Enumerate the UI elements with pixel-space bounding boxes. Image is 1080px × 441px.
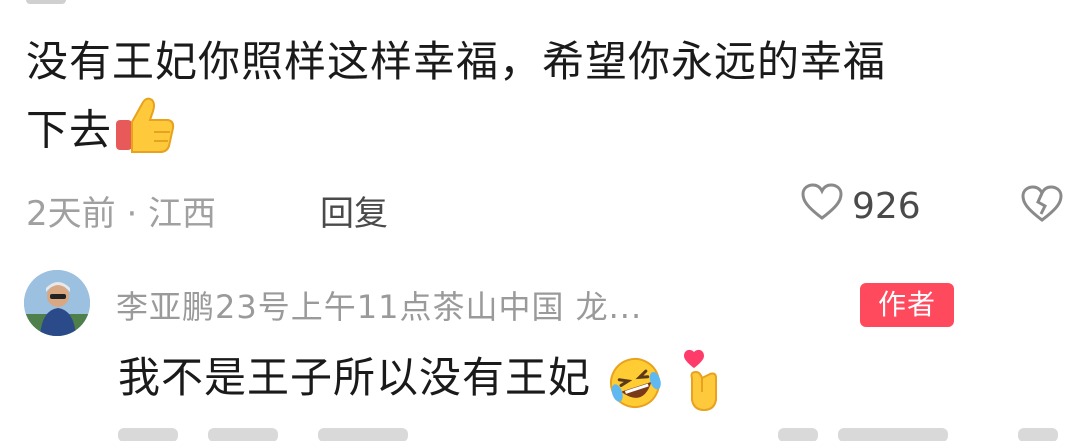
previous-line-cut <box>26 0 66 13</box>
comment-thread: 没有王妃你照样这样幸福，希望你永远的幸福 下去 2天前 · 江西 回复 926 <box>0 0 1080 441</box>
comment-time-location: 2天前 · 江西 <box>26 194 217 234</box>
thumbs-up-icon <box>112 94 178 172</box>
heart-icon <box>800 182 844 231</box>
reply-body: 我不是王子所以没有王妃 <box>118 346 726 414</box>
comment-line-2: 下去 <box>26 105 113 155</box>
comment-meta: 2天前 · 江西 回复 926 <box>26 180 1066 236</box>
like-count: 926 <box>852 186 921 227</box>
next-line-cut <box>118 428 1068 441</box>
broken-heart-icon[interactable] <box>1020 184 1064 233</box>
laughing-crying-face-icon <box>605 348 665 413</box>
comment-body: 没有王妃你照样这样幸福，希望你永远的幸福 下去 <box>26 30 1036 172</box>
like-button[interactable]: 926 <box>800 182 921 231</box>
avatar[interactable] <box>24 270 90 336</box>
finger-heart-icon <box>680 347 726 415</box>
reply-text: 我不是王子所以没有王妃 <box>118 353 592 402</box>
comment-line-1: 没有王妃你照样这样幸福，希望你永远的幸福 <box>26 37 887 86</box>
author-badge: 作者 <box>860 283 954 327</box>
reply-button[interactable]: 回复 <box>320 186 388 235</box>
reply-author-name[interactable]: 李亚鹏23号上午11点茶山中国 龙... <box>116 282 642 328</box>
